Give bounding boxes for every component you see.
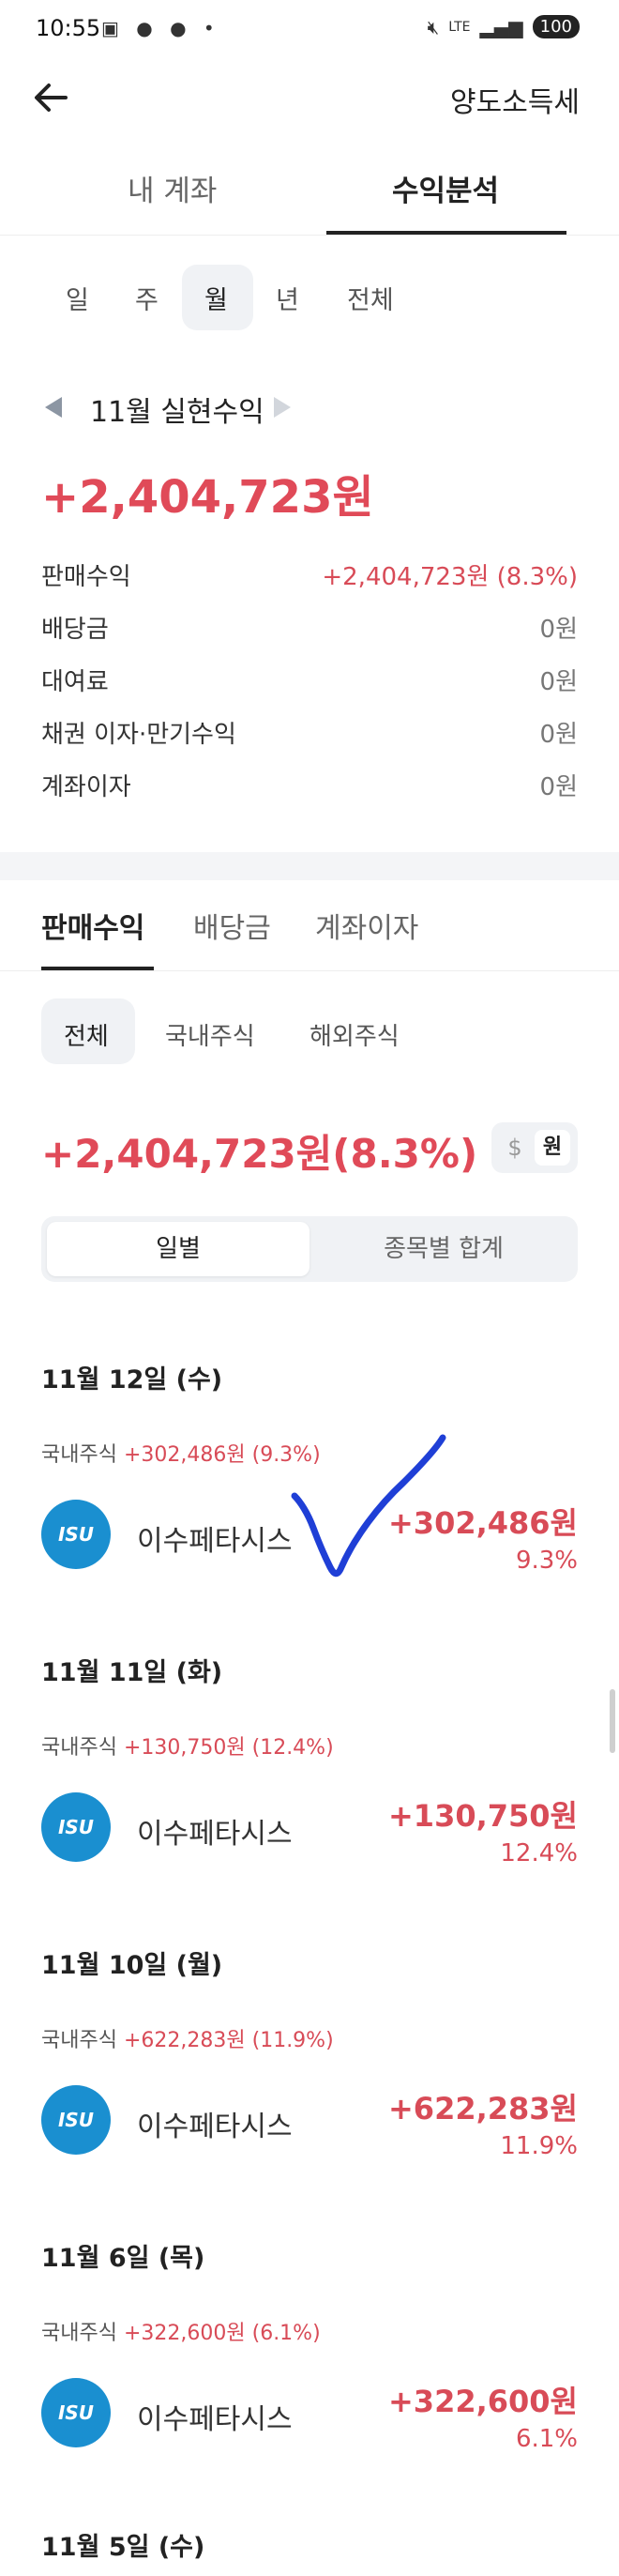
period-week[interactable]: 주 (135, 280, 159, 316)
day-market: 국내주식 (41, 1736, 117, 1760)
segment-daily[interactable]: 일별 (47, 1222, 310, 1276)
stock-pct: 11.9% (500, 2132, 578, 2160)
subtab-dividend[interactable]: 배당금 (193, 905, 271, 946)
day-market: 국내주식 (41, 2322, 117, 2345)
scrollbar[interactable] (610, 1689, 615, 1753)
notification-icons: ▣ ● ● • (101, 17, 220, 39)
row-value-lending: 0원 (539, 668, 578, 696)
stock-name[interactable]: 이수페타시스 (137, 2396, 293, 2437)
currency-toggle[interactable]: $ 원 (491, 1122, 578, 1173)
row-value-dividend: 0원 (539, 616, 578, 644)
stock-name[interactable]: 이수페타시스 (137, 1810, 293, 1852)
mute-icon: 🔇︎ (427, 15, 440, 38)
row-label-bond: 채권 이자·만기수익 (41, 721, 236, 749)
segment-by-stock[interactable]: 종목별 합계 (315, 1222, 572, 1276)
capital-gains-tax-link[interactable]: 양도소득세 (450, 79, 580, 120)
row-value-bond: 0원 (539, 721, 578, 749)
status-right: 🔇︎ LTE ▂▄▆ 100 (428, 15, 580, 38)
day-date: 11월 10일 (월) (41, 1951, 223, 1980)
stock-amount: +130,750원 (387, 1798, 578, 1834)
battery-icon: 100 (532, 15, 580, 38)
row-label-lending: 대여료 (41, 668, 109, 696)
stock-pct: 6.1% (515, 2425, 578, 2453)
tab-profit-analysis[interactable]: 수익분석 (392, 167, 499, 209)
isu-logo-icon: ISU (41, 1792, 111, 1862)
signal-icon: ▂▄▆ (479, 15, 523, 38)
monthly-total: +2,404,723원 (41, 471, 374, 524)
day-subtotal-amount: +322,600원 (6.1%) (123, 2322, 321, 2345)
subtab-interest[interactable]: 계좌이자 (315, 905, 418, 946)
network-label: LTE (448, 19, 471, 35)
day-subtotal-amount: +622,283원 (11.9%) (123, 2029, 334, 2052)
month-label: 11월 실현수익 (90, 396, 264, 429)
market-overseas[interactable]: 해외주식 (310, 1017, 400, 1052)
day-subtotal-amount: +130,750원 (12.4%) (123, 1736, 334, 1760)
tab-divider (0, 235, 619, 236)
market-all[interactable]: 전체 (64, 1017, 109, 1052)
row-label-dividend: 배당금 (41, 616, 109, 644)
day-market: 국내주식 (41, 1443, 117, 1467)
stock-name[interactable]: 이수페타시스 (137, 2103, 293, 2144)
row-value-interest: 0원 (539, 773, 578, 801)
subtab-sales[interactable]: 판매수익 (41, 905, 144, 946)
day-subtotal: 국내주식 +322,600원 (6.1%) (41, 2316, 321, 2346)
stock-pct: 12.4% (500, 1839, 578, 1867)
subtab-divider (0, 970, 619, 971)
stock-pct: 9.3% (515, 1547, 578, 1575)
handdrawn-checkmark-icon (291, 1434, 446, 1578)
stock-name[interactable]: 이수페타시스 (137, 1517, 293, 1559)
day-subtotal: 국내주식 +130,750원 (12.4%) (41, 1730, 334, 1761)
day-market: 국내주식 (41, 2029, 117, 2052)
day-subtotal: 국내주식 +302,486원 (9.3%) (41, 1438, 321, 1468)
row-label-sales: 판매수익 (41, 563, 131, 591)
currency-usd[interactable]: $ (501, 1132, 529, 1164)
stock-amount: +322,600원 (387, 2384, 578, 2419)
isu-logo-icon: ISU (41, 2085, 111, 2155)
status-time: 10:55 (36, 15, 101, 41)
status-bar: 10:55 ▣ ● ● • 🔇︎ LTE ▂▄▆ 100 (0, 0, 619, 60)
sales-total: +2,404,723원(8.3%) (41, 1131, 478, 1177)
stock-amount: +622,283원 (387, 2091, 578, 2126)
view-segmented-control: 일별 종목별 합계 (41, 1216, 578, 1282)
currency-krw[interactable]: 원 (535, 1130, 570, 1166)
day-date: 11월 6일 (목) (41, 2244, 205, 2273)
isu-logo-icon: ISU (41, 1500, 111, 1569)
day-date: 11월 12일 (수) (41, 1365, 223, 1395)
section-divider (0, 852, 619, 880)
next-month-icon[interactable] (274, 397, 291, 418)
period-month[interactable]: 월 (204, 280, 228, 316)
period-day[interactable]: 일 (66, 280, 89, 316)
day-date: 11월 11일 (화) (41, 1658, 223, 1687)
row-value-sales: +2,404,723원 (8.3%) (322, 563, 578, 591)
tab-my-account[interactable]: 내 계좌 (128, 167, 217, 209)
period-year[interactable]: 년 (276, 280, 299, 316)
row-label-interest: 계좌이자 (41, 773, 131, 801)
market-domestic[interactable]: 국내주식 (165, 1017, 255, 1052)
day-subtotal: 국내주식 +622,283원 (11.9%) (41, 2023, 334, 2053)
prev-month-icon[interactable] (45, 397, 62, 418)
isu-logo-icon: ISU (41, 2378, 111, 2447)
back-arrow-icon[interactable] (28, 75, 73, 120)
day-date: 11월 5일 (수) (41, 2533, 205, 2562)
period-all[interactable]: 전체 (347, 280, 394, 316)
